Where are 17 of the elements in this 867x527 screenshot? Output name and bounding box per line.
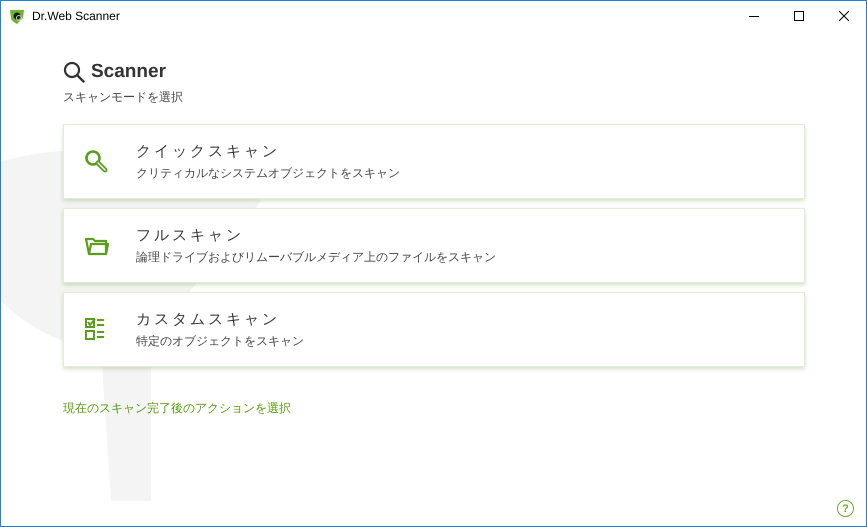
scan-mode-description: 特定のオブジェクトをスキャン [136,332,304,350]
scan-mode-card[interactable]: フルスキャン 論理ドライブおよびリムーバブルメディア上のファイルをスキャン [63,208,805,283]
search-icon [63,61,85,83]
action-link[interactable]: 現在のスキャン完了後のアクションを選択 [63,400,291,417]
scan-mode-card[interactable]: カスタムスキャン 特定のオブジェクトをスキャン [63,292,805,367]
window-title: Dr.Web Scanner [32,9,121,23]
scan-mode-title: クイックスキャン [136,142,281,160]
scan-mode-description: クリティカルなシステムオブジェクトをスキャン [136,164,400,182]
scan-mode-title: カスタムスキャン [136,310,281,328]
scan-mode-card[interactable]: クイックスキャン クリティカルなシステムオブジェクトをスキャン [63,124,805,199]
page-title: Scanner [91,61,166,83]
scan-mode-description: 論理ドライブおよびリムーバブルメディア上のファイルをスキャン [136,248,496,266]
scan-mode-title: フルスキャン [136,226,245,244]
page-subtitle: スキャンモードを選択 [63,89,184,106]
magnifier-icon [84,148,110,174]
maximize-icon[interactable] [794,11,804,21]
close-icon[interactable] [838,11,848,21]
